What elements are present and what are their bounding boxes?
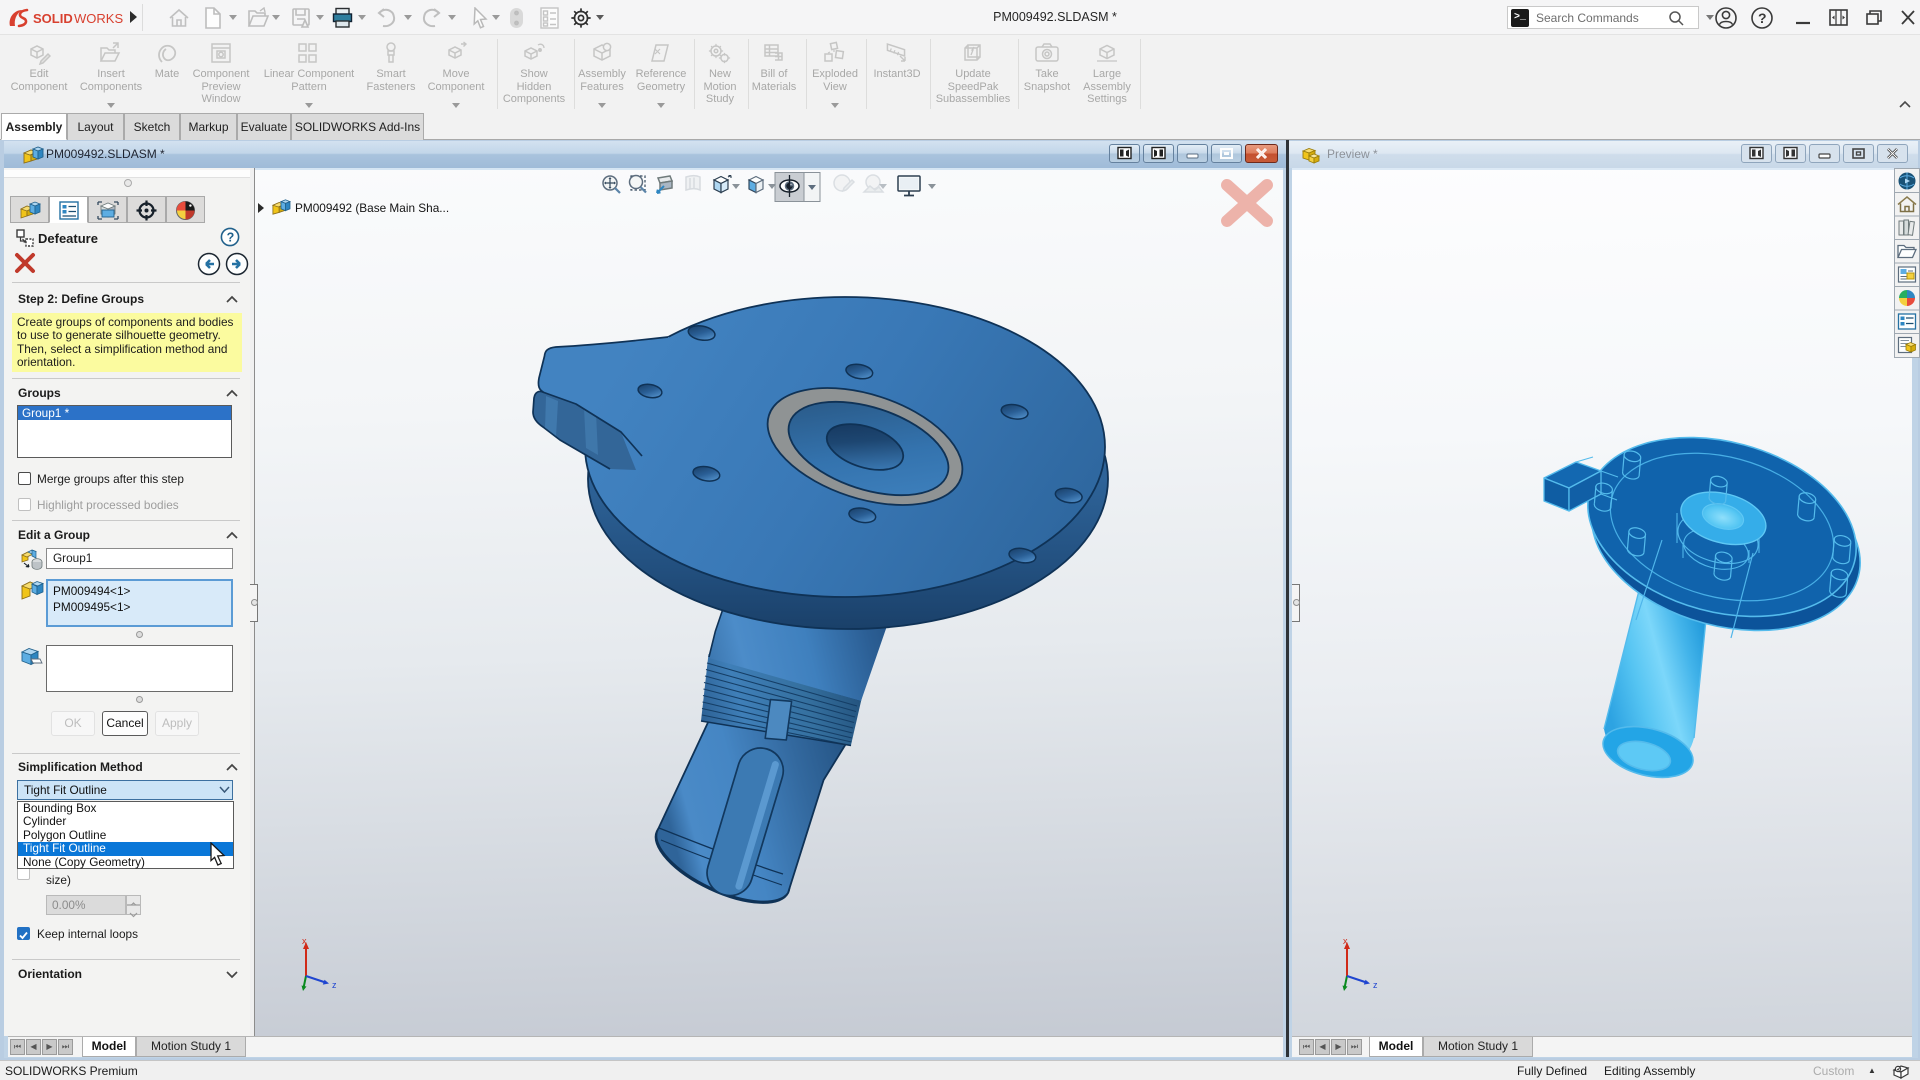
svg-text:x: x [1343, 936, 1348, 946]
svg-text:?: ? [227, 230, 235, 244]
svg-text:z: z [1373, 980, 1378, 990]
svg-text:SOLID: SOLID [33, 11, 73, 26]
svg-text:x: x [302, 936, 307, 946]
svg-text:?: ? [1758, 10, 1767, 26]
svg-text:z: z [332, 980, 337, 990]
svg-text:WORKS: WORKS [74, 11, 123, 26]
